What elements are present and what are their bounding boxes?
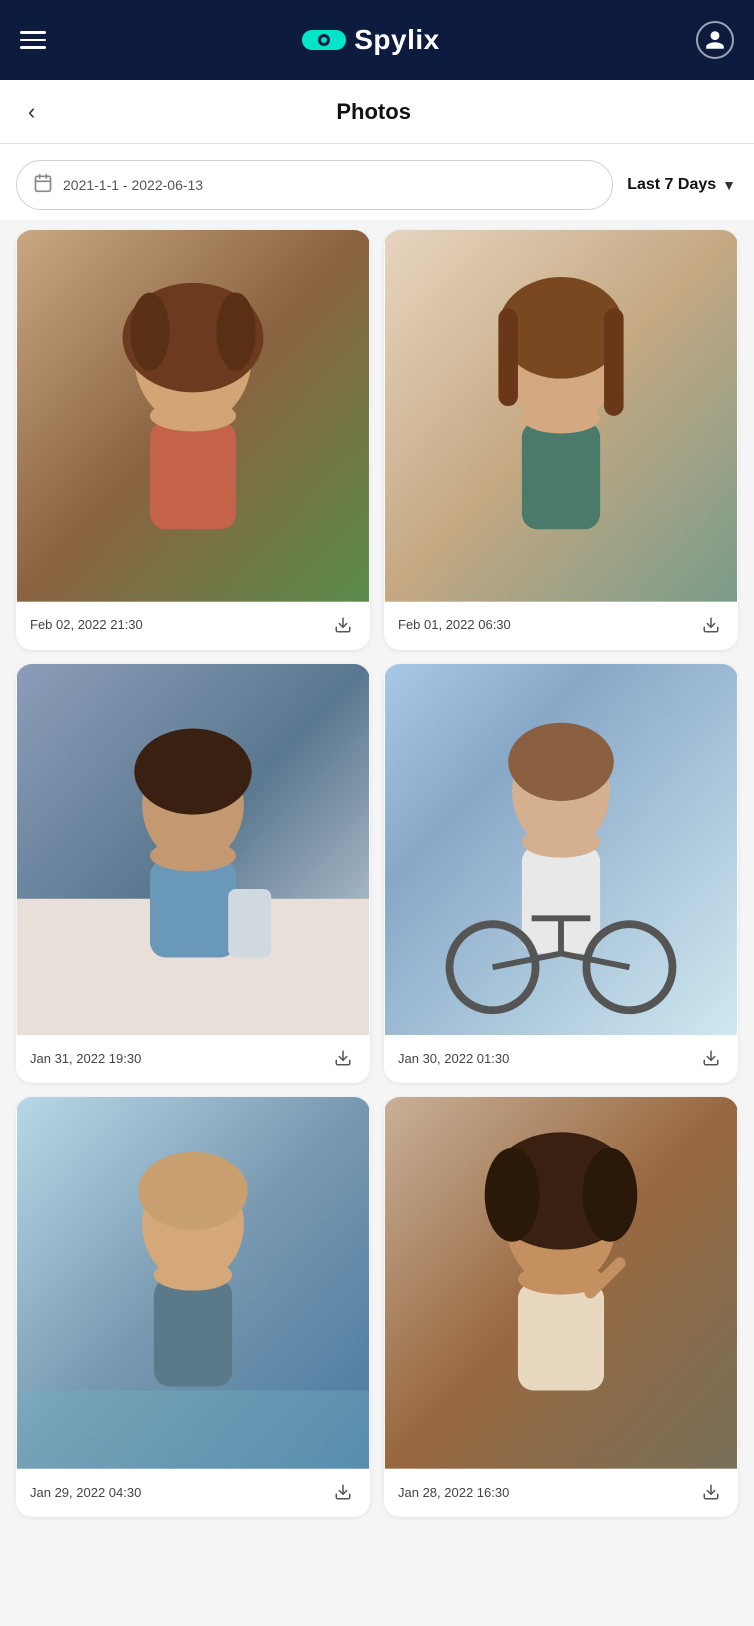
photo-image-5[interactable] <box>16 1097 370 1469</box>
photo-card: Jan 30, 2022 01:30 <box>384 664 738 1084</box>
logo-icon <box>302 26 346 54</box>
download-button[interactable] <box>330 612 356 638</box>
photo-card-footer: Jan 30, 2022 01:30 <box>384 1035 738 1083</box>
logo-text: Spylix <box>354 24 439 56</box>
photo-image-6[interactable] <box>384 1097 738 1469</box>
photo-image-3[interactable] <box>16 664 370 1036</box>
photo-grid: Feb 02, 2022 21:30 Feb 01, 2022 06:30 Ja… <box>0 220 754 1537</box>
download-button[interactable] <box>698 612 724 638</box>
logo: Spylix <box>302 24 439 56</box>
date-range-value: 2021-1-1 - 2022-06-13 <box>63 177 203 193</box>
download-button[interactable] <box>698 1045 724 1071</box>
photo-card-footer: Feb 02, 2022 21:30 <box>16 602 370 650</box>
days-filter-label: Last 7 Days <box>627 176 716 194</box>
photo-image-4[interactable] <box>384 664 738 1036</box>
photo-image-1[interactable] <box>16 230 370 602</box>
photo-card: Jan 31, 2022 19:30 <box>16 664 370 1084</box>
filter-bar: 2021-1-1 - 2022-06-13 Last 7 Days ▼ <box>0 144 754 220</box>
photo-timestamp: Feb 02, 2022 21:30 <box>30 617 143 632</box>
download-button[interactable] <box>330 1045 356 1071</box>
page-title: Photos <box>43 99 704 125</box>
photo-card: Feb 01, 2022 06:30 <box>384 230 738 650</box>
download-button[interactable] <box>330 1479 356 1505</box>
photo-timestamp: Jan 28, 2022 16:30 <box>398 1485 509 1500</box>
calendar-icon <box>33 173 53 198</box>
photo-timestamp: Jan 31, 2022 19:30 <box>30 1051 141 1066</box>
chevron-down-icon: ▼ <box>722 177 736 193</box>
photo-timestamp: Jan 30, 2022 01:30 <box>398 1051 509 1066</box>
photo-timestamp: Feb 01, 2022 06:30 <box>398 617 511 632</box>
photo-image-2[interactable] <box>384 230 738 602</box>
photo-card: Jan 28, 2022 16:30 <box>384 1097 738 1517</box>
profile-button[interactable] <box>696 21 734 59</box>
download-button[interactable] <box>698 1479 724 1505</box>
photo-timestamp: Jan 29, 2022 04:30 <box>30 1485 141 1500</box>
photo-card-footer: Jan 29, 2022 04:30 <box>16 1469 370 1517</box>
back-button[interactable]: ‹ <box>20 95 43 129</box>
photo-card-footer: Jan 28, 2022 16:30 <box>384 1469 738 1517</box>
user-icon <box>704 29 726 51</box>
nav-bar: ‹ Photos <box>0 80 754 144</box>
app-container: Spylix ‹ Photos 2021-1-1 - 2022-06-13 <box>0 0 754 1626</box>
photo-card-footer: Jan 31, 2022 19:30 <box>16 1035 370 1083</box>
days-filter-dropdown[interactable]: Last 7 Days ▼ <box>625 172 738 198</box>
date-range-picker[interactable]: 2021-1-1 - 2022-06-13 <box>16 160 613 210</box>
photo-card: Jan 29, 2022 04:30 <box>16 1097 370 1517</box>
photo-card: Feb 02, 2022 21:30 <box>16 230 370 650</box>
photo-card-footer: Feb 01, 2022 06:30 <box>384 602 738 650</box>
menu-button[interactable] <box>20 31 46 49</box>
header: Spylix <box>0 0 754 80</box>
